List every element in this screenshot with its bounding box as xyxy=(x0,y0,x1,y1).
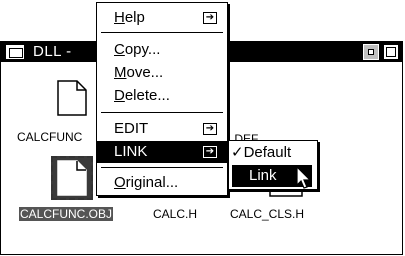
menu-item-copy-accel: C xyxy=(114,41,125,58)
context-menu: Help ➔ Copy... Move... Delete... EDIT ➔ … xyxy=(96,2,228,196)
menu-item-edit-label: EDIT xyxy=(114,120,149,137)
menu-item-copy[interactable]: Copy... xyxy=(97,39,227,61)
menu-item-move-label: ove... xyxy=(126,64,164,81)
submenu-arrow-icon: ➔ xyxy=(203,123,217,135)
minimize-button[interactable] xyxy=(363,44,379,60)
window-menu-icon[interactable] xyxy=(5,44,25,60)
menu-item-copy-label: opy... xyxy=(124,41,161,58)
menu-item-help[interactable]: Help ➔ xyxy=(97,7,227,29)
file-label-calc-h[interactable]: CALC.H xyxy=(153,207,197,221)
menu-separator xyxy=(101,167,223,168)
submenu-item-default[interactable]: ✓Default xyxy=(229,142,317,164)
menu-item-help-label: elp xyxy=(124,9,145,26)
selection-frame xyxy=(51,156,93,200)
submenu-arrow-icon: ➔ xyxy=(203,146,217,158)
menu-item-original[interactable]: Original... xyxy=(97,172,227,194)
file-label-calcfunc[interactable]: CALCFUNC xyxy=(17,130,82,144)
menu-item-original-accel: O xyxy=(114,174,126,191)
menu-item-delete-label: elete... xyxy=(124,87,170,104)
mouse-pointer-icon xyxy=(296,166,312,189)
file-label-calcfunc-obj[interactable]: CALCFUNC.OBJ xyxy=(19,207,114,221)
menu-item-move[interactable]: Move... xyxy=(97,62,227,84)
file-icon[interactable] xyxy=(57,80,87,116)
menu-item-link[interactable]: LINK ➔ xyxy=(97,141,227,163)
file-label-calc-cls-h[interactable]: CALC_CLS.H xyxy=(230,207,304,221)
menu-item-delete[interactable]: Delete... xyxy=(97,85,227,107)
menu-item-move-accel: M xyxy=(114,64,127,81)
menu-item-delete-accel: D xyxy=(114,87,125,104)
maximize-icon xyxy=(386,47,396,57)
menu-item-edit[interactable]: EDIT ➔ xyxy=(97,118,227,140)
menu-item-help-accel: H xyxy=(114,9,125,26)
checkmark-icon: ✓ xyxy=(231,144,244,161)
menu-item-link-label: LINK xyxy=(114,143,148,160)
menu-item-original-label: riginal... xyxy=(125,174,179,191)
maximize-button[interactable] xyxy=(383,44,399,60)
submenu-arrow-icon: ➔ xyxy=(203,12,217,24)
menu-separator xyxy=(101,112,223,113)
selected-file-icon[interactable] xyxy=(57,160,87,196)
submenu-item-default-label: Default xyxy=(243,144,292,161)
menu-separator xyxy=(101,32,223,33)
minimize-icon xyxy=(368,49,374,55)
window-title: DLL - xyxy=(33,43,72,60)
submenu-item-link-label: Link xyxy=(249,167,277,184)
